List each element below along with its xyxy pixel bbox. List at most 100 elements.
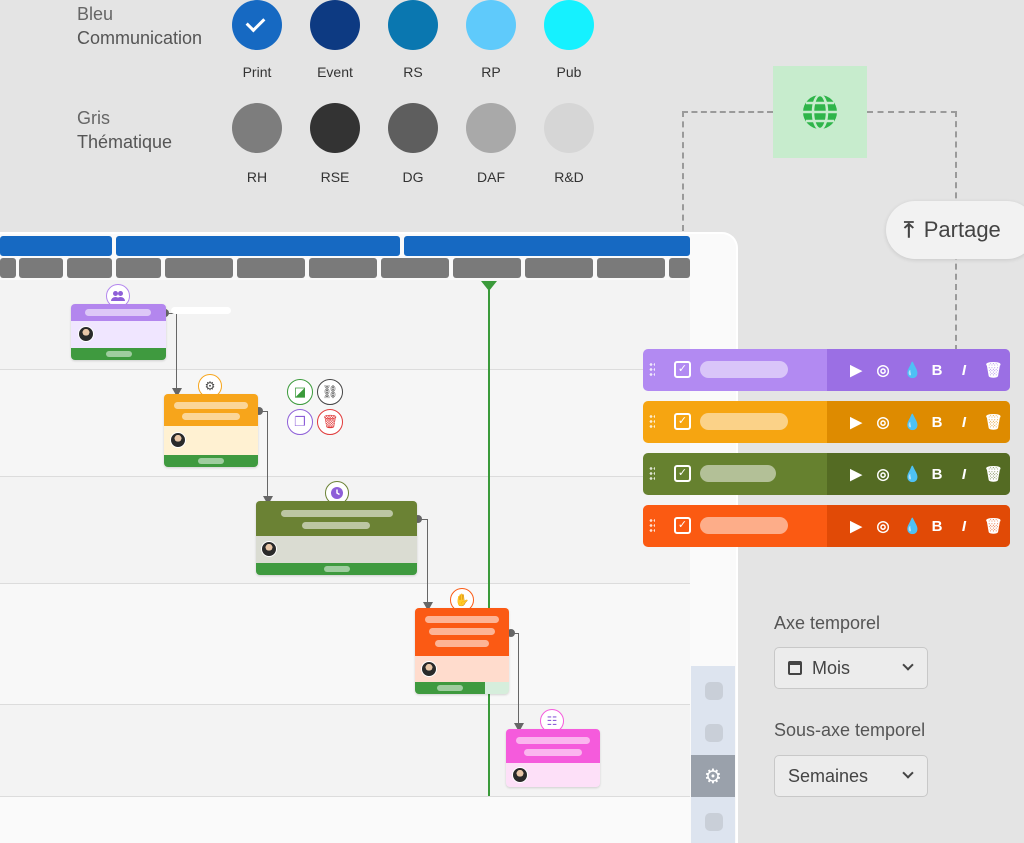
- checkbox[interactable]: ✓: [674, 517, 691, 534]
- checkbox[interactable]: ✓: [674, 361, 691, 378]
- play-icon[interactable]: ▶: [849, 413, 863, 431]
- bold-icon[interactable]: B: [930, 362, 944, 379]
- month-bar[interactable]: [116, 236, 400, 256]
- side-toolbar-button[interactable]: [705, 682, 723, 700]
- swatch-label: DG: [402, 169, 424, 185]
- trash-icon[interactable]: 🗑: [984, 465, 1003, 483]
- style-bar-olive[interactable]: ✓ ▶ ◎ 💧 B I 🗑: [643, 453, 1010, 495]
- hide-icon[interactable]: ◎: [876, 517, 890, 535]
- swatch-daf[interactable]: [466, 103, 516, 153]
- task-orange[interactable]: [164, 394, 258, 467]
- swatch-pub[interactable]: [544, 0, 594, 50]
- side-toolbar-button[interactable]: [705, 724, 723, 742]
- settings-gear-icon[interactable]: ⚙: [691, 755, 735, 797]
- checkbox[interactable]: ✓: [674, 465, 691, 482]
- task-red[interactable]: [415, 608, 509, 694]
- week-bar[interactable]: [453, 258, 521, 278]
- swatch-rp[interactable]: [466, 0, 516, 50]
- swatch-rse[interactable]: [310, 103, 360, 153]
- dashed-connector-left: [682, 111, 773, 231]
- task-purple[interactable]: [71, 304, 166, 360]
- color-drop-icon[interactable]: 💧: [903, 361, 922, 379]
- play-icon[interactable]: ▶: [849, 517, 863, 535]
- hide-icon[interactable]: ◎: [876, 361, 890, 379]
- globe-node[interactable]: [773, 66, 867, 158]
- bold-icon[interactable]: B: [930, 518, 944, 535]
- swatch-label: Pub: [556, 64, 582, 80]
- style-bar-orange[interactable]: ✓ ▶ ◎ 💧 B I 🗑: [643, 401, 1010, 443]
- week-bar[interactable]: [381, 258, 449, 278]
- trash-icon[interactable]: 🗑: [984, 361, 1003, 379]
- hide-icon[interactable]: ◎: [876, 413, 890, 431]
- week-bar[interactable]: [669, 258, 690, 278]
- month-bar[interactable]: [404, 236, 690, 256]
- label-placeholder: [700, 465, 776, 482]
- task-pink[interactable]: [506, 729, 600, 787]
- week-bar[interactable]: [116, 258, 161, 278]
- style-bar-purple[interactable]: ✓ ▶ ◎ 💧 B I 🗑: [643, 349, 1010, 391]
- swatch-rh[interactable]: [232, 103, 282, 153]
- play-icon[interactable]: ▶: [849, 361, 863, 379]
- swatch-label: Event: [317, 64, 353, 80]
- italic-icon[interactable]: I: [957, 466, 971, 483]
- palette-gris-label: Gris Thématique: [77, 106, 172, 154]
- swatch-rs[interactable]: [388, 0, 438, 50]
- color-drop-icon[interactable]: 💧: [903, 465, 922, 483]
- style-bar-red[interactable]: ✓ ▶ ◎ 💧 B I 🗑: [643, 505, 1010, 547]
- style-tools: ▶ ◎ 💧 B I 🗑: [827, 453, 1010, 495]
- share-button[interactable]: ⤒ Partage: [886, 201, 1024, 259]
- link-icon[interactable]: ⛓: [317, 379, 343, 405]
- week-bar[interactable]: [237, 258, 305, 278]
- checkbox[interactable]: ✓: [674, 413, 691, 430]
- color-drop-icon[interactable]: 💧: [903, 413, 922, 431]
- palette-name-line2: Communication: [77, 28, 203, 48]
- avatar[interactable]: [261, 541, 277, 557]
- globe-icon: [803, 93, 837, 131]
- dependency-line: [418, 519, 428, 602]
- delete-icon[interactable]: 🗑: [317, 409, 343, 435]
- bold-icon[interactable]: B: [930, 466, 944, 483]
- drag-handle-icon[interactable]: [649, 518, 655, 534]
- swatch-label: R&D: [554, 169, 584, 185]
- italic-icon[interactable]: I: [957, 414, 971, 431]
- avatar[interactable]: [78, 326, 94, 342]
- week-bar[interactable]: [19, 258, 63, 278]
- swatch-event[interactable]: [310, 0, 360, 50]
- week-bar[interactable]: [165, 258, 233, 278]
- style-tools: ▶ ◎ 💧 B I 🗑: [827, 505, 1010, 547]
- color-drop-icon[interactable]: 💧: [903, 517, 922, 535]
- avatar[interactable]: [170, 432, 186, 448]
- gantt-row: [0, 584, 690, 704]
- play-icon[interactable]: ▶: [849, 465, 863, 483]
- month-bar[interactable]: [0, 236, 112, 256]
- week-bar[interactable]: [67, 258, 112, 278]
- drag-handle-icon[interactable]: [649, 466, 655, 482]
- drag-handle-icon[interactable]: [649, 362, 655, 378]
- italic-icon[interactable]: I: [957, 362, 971, 379]
- week-bar[interactable]: [525, 258, 593, 278]
- bold-icon[interactable]: B: [930, 414, 944, 431]
- task-olive[interactable]: [256, 501, 417, 575]
- trash-icon[interactable]: 🗑: [984, 413, 1003, 431]
- swatch-rnd[interactable]: [544, 103, 594, 153]
- avatar[interactable]: [421, 661, 437, 677]
- week-bar[interactable]: [309, 258, 377, 278]
- swatch-dg[interactable]: [388, 103, 438, 153]
- upload-icon: ⤒: [904, 217, 914, 242]
- hide-icon[interactable]: ◎: [876, 465, 890, 483]
- italic-icon[interactable]: I: [957, 518, 971, 535]
- subaxis-select[interactable]: Semaines: [774, 755, 928, 797]
- swatch-label: RS: [403, 64, 423, 80]
- fill-color-icon[interactable]: ◪: [287, 379, 313, 405]
- drag-handle-icon[interactable]: [649, 414, 655, 430]
- swatch-print[interactable]: [232, 0, 282, 50]
- today-marker[interactable]: [481, 281, 497, 291]
- avatar[interactable]: [512, 767, 528, 783]
- style-tools: ▶ ◎ 💧 B I 🗑: [827, 349, 1010, 391]
- duplicate-icon[interactable]: ❐: [287, 409, 313, 435]
- week-bar[interactable]: [0, 258, 16, 278]
- axis-select[interactable]: Mois: [774, 647, 928, 689]
- week-bar[interactable]: [597, 258, 665, 278]
- trash-icon[interactable]: 🗑: [984, 517, 1003, 535]
- side-toolbar-button[interactable]: [705, 813, 723, 831]
